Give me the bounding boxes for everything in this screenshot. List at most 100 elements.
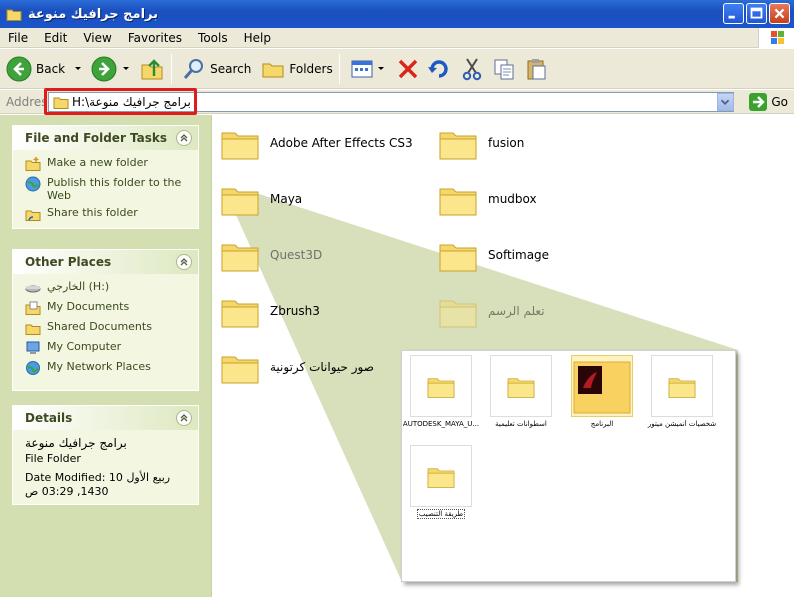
folder-label: fusion	[488, 136, 525, 150]
address-dropdown-button[interactable]	[717, 93, 734, 111]
copy-icon	[494, 59, 514, 79]
details-modified: Date Modified: 10 ربيع الأول 1430, 03:29…	[25, 471, 171, 498]
paste-button[interactable]	[524, 52, 548, 86]
place-label: My Computer	[47, 340, 122, 353]
thumbnail-label: البرنامج	[590, 420, 614, 428]
folders-label: Folders	[289, 61, 333, 76]
thumbnail-folder[interactable]	[410, 445, 472, 507]
folder-item[interactable]: Zbrush3	[220, 293, 320, 329]
undo-button[interactable]	[426, 52, 450, 86]
views-icon	[351, 60, 373, 77]
my-documents-link[interactable]: My Documents	[25, 300, 190, 316]
shared-folder-icon	[25, 324, 41, 335]
task-label: Publish this folder to the Web	[47, 176, 182, 202]
other-places-panel: Other Places الخارجي (H:) My Documents S…	[12, 249, 199, 391]
drive-h-link[interactable]: الخارجي (H:)	[25, 280, 190, 296]
copy-button[interactable]	[492, 52, 516, 86]
collapse-icon[interactable]	[176, 130, 192, 146]
undo-icon	[427, 59, 448, 78]
publish-folder-link[interactable]: Publish this folder to the Web	[25, 176, 190, 202]
place-label: My Network Places	[47, 360, 151, 373]
make-new-folder-link[interactable]: Make a new folder	[25, 156, 190, 172]
task-label: Share this folder	[47, 206, 138, 219]
collapse-icon[interactable]	[176, 410, 192, 426]
folder-icon	[668, 378, 696, 398]
folder-item[interactable]: mudbox	[438, 181, 537, 217]
file-folder-tasks-panel: File and Folder Tasks Make a new folder …	[12, 125, 199, 229]
thumbnail-folder[interactable]	[410, 355, 472, 417]
thumbnail-folder[interactable]	[651, 355, 713, 417]
globe-icon	[25, 176, 41, 192]
thumbnail-folder-selected[interactable]	[571, 355, 633, 417]
clipboard-icon	[527, 58, 546, 79]
folder-label: mudbox	[488, 192, 537, 206]
dropdown-arrow-icon[interactable]	[71, 64, 85, 74]
collapse-icon[interactable]	[176, 254, 192, 270]
panel-header[interactable]: Details	[13, 406, 198, 430]
minimize-button[interactable]	[723, 3, 744, 24]
share-folder-icon	[25, 210, 41, 221]
close-button[interactable]	[769, 3, 790, 24]
maximize-button[interactable]	[746, 3, 767, 24]
cut-button[interactable]	[460, 52, 484, 86]
folder-icon	[439, 244, 477, 272]
address-highlight-box	[44, 88, 197, 115]
menu-tools[interactable]: Tools	[190, 31, 236, 45]
menu-edit[interactable]: Edit	[36, 31, 75, 45]
dropdown-arrow-icon[interactable]	[119, 64, 133, 74]
my-computer-link[interactable]: My Computer	[25, 340, 190, 356]
chevron-down-icon	[720, 99, 730, 106]
back-label: Back	[36, 61, 66, 76]
up-folder-button[interactable]	[139, 52, 165, 86]
go-button[interactable]: Go	[749, 93, 788, 111]
panel-title: Other Places	[25, 255, 112, 269]
forward-button[interactable]	[91, 52, 133, 86]
menu-help[interactable]: Help	[236, 31, 279, 45]
delete-button[interactable]	[396, 52, 420, 86]
toolbar-separator	[171, 53, 173, 84]
folders-icon	[262, 63, 284, 77]
place-label: الخارجي (H:)	[47, 280, 110, 293]
folder-icon	[221, 132, 259, 160]
place-label: My Documents	[47, 300, 130, 313]
search-button[interactable]: Search	[182, 52, 251, 86]
go-arrow-icon	[749, 93, 768, 111]
folder-item[interactable]: fusion	[438, 125, 524, 161]
folder-label: Adobe After Effects CS3	[270, 136, 413, 150]
folder-item[interactable]: Quest3D	[220, 237, 322, 273]
toolbar-separator	[338, 53, 340, 84]
details-folder-name: برامج جرافيك منوعة	[25, 436, 127, 450]
delete-x-icon	[398, 59, 417, 78]
folder-item[interactable]: تعلم الرسم	[438, 293, 545, 329]
folders-button[interactable]: Folders	[261, 52, 333, 86]
shared-documents-link[interactable]: Shared Documents	[25, 320, 190, 336]
folder-item[interactable]: صور حيوانات كرتونية	[220, 349, 374, 385]
views-button[interactable]	[350, 52, 386, 86]
thumbnail-label: شخصيات أنميشن ميتور	[647, 420, 717, 428]
share-folder-link[interactable]: Share this folder	[25, 206, 190, 222]
folder-icon	[221, 300, 259, 328]
place-label: Shared Documents	[47, 320, 152, 333]
drive-icon	[25, 285, 41, 293]
folder-label: Quest3D	[270, 248, 323, 262]
thumbnail-label: طريقة التنصيب	[417, 509, 465, 519]
dropdown-arrow-icon[interactable]	[376, 64, 386, 74]
thumbnail-folder[interactable]	[490, 355, 552, 417]
folder-icon	[221, 244, 259, 272]
folder-item[interactable]: Softimage	[438, 237, 549, 273]
details-panel: Details برامج جرافيك منوعة File Folder D…	[12, 405, 199, 505]
windows-logo	[758, 28, 794, 48]
panel-header[interactable]: Other Places	[13, 250, 198, 274]
folder-icon	[221, 188, 259, 216]
panel-header[interactable]: File and Folder Tasks	[13, 126, 198, 150]
folder-icon	[6, 9, 22, 21]
folder-item[interactable]: Adobe After Effects CS3	[220, 125, 413, 161]
menu-view[interactable]: View	[75, 31, 119, 45]
menu-favorites[interactable]: Favorites	[120, 31, 190, 45]
back-button[interactable]: Back	[6, 52, 85, 86]
menu-file[interactable]: File	[0, 31, 36, 45]
network-icon	[26, 361, 40, 375]
folder-up-icon	[141, 58, 163, 79]
my-network-places-link[interactable]: My Network Places	[25, 360, 190, 376]
folder-item[interactable]: Maya	[220, 181, 302, 217]
